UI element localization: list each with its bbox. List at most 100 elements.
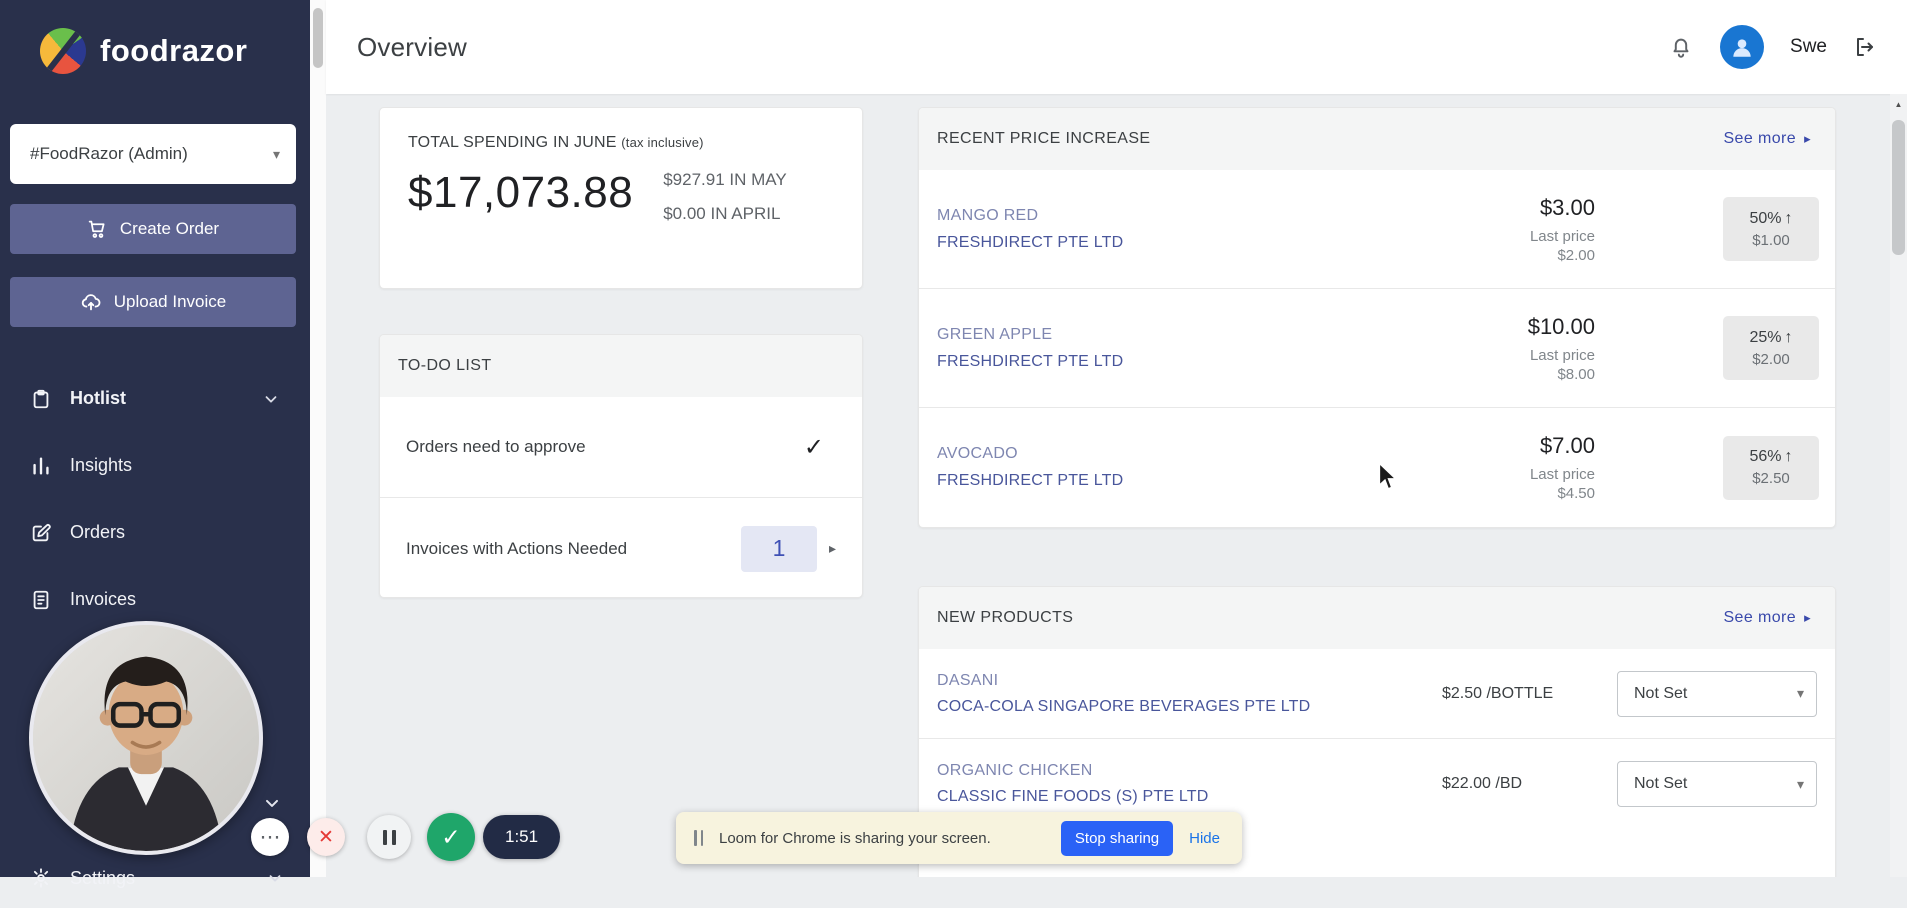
price-increase-row[interactable]: MANGO RED FRESHDIRECT PTE LTD $3.00 Last… (919, 170, 1835, 289)
spending-comparisons: $927.91 IN MAY $0.00 IN APRIL (663, 168, 786, 226)
increase-amount: $2.50 (1752, 470, 1790, 487)
price-increase-row[interactable]: GREEN APPLE FRESHDIRECT PTE LTD $10.00 L… (919, 289, 1835, 408)
see-more-label: See more (1723, 130, 1797, 147)
drag-handle-icon[interactable] (694, 830, 703, 846)
brand-name: foodrazor (100, 33, 248, 68)
workspace-selector[interactable]: #FoodRazor (Admin) ▾ (10, 124, 296, 184)
last-price-value: $8.00 (1557, 365, 1595, 383)
category-select[interactable]: Not Set ▾ (1617, 761, 1817, 807)
product-name[interactable]: AVOCADO (937, 445, 1530, 463)
webcam-bubble[interactable] (29, 621, 263, 855)
todo-row-orders-approve[interactable]: Orders need to approve ✓ (380, 397, 862, 498)
sidebar-scroll-down-chevron-icon[interactable] (262, 793, 282, 813)
recorder-more-button[interactable]: ⋯ (251, 818, 289, 856)
supplier-name[interactable]: FRESHDIRECT PTE LTD (937, 234, 1530, 252)
presenter-illustration (33, 625, 259, 851)
stop-sharing-button[interactable]: Stop sharing (1060, 820, 1174, 856)
sidebar-scrollbar[interactable] (310, 0, 326, 877)
create-order-button[interactable]: Create Order (10, 204, 296, 254)
share-message: Loom for Chrome is sharing your screen. (719, 829, 991, 847)
chevron-down-icon: ▾ (1796, 685, 1804, 701)
brand: foodrazor (0, 0, 310, 74)
supplier-name[interactable]: FRESHDIRECT PTE LTD (937, 353, 1528, 371)
current-price: $10.00 (1527, 313, 1595, 339)
last-price-label: Last price (1529, 227, 1595, 245)
supplier-name[interactable]: COCA-COLA SINGAPORE BEVERAGES PTE LTD (937, 698, 1442, 716)
supplier-name[interactable]: FRESHDIRECT PTE LTD (937, 472, 1530, 490)
top-bar-actions: Swe (1668, 25, 1877, 69)
chevron-down-icon: ▾ (1796, 775, 1804, 792)
edit-icon (30, 522, 52, 544)
sidebar-item-label: Settings (70, 867, 136, 888)
page-scrollbar-thumb[interactable] (1892, 120, 1905, 255)
screen-share-bar: Loom for Chrome is sharing your screen. … (676, 812, 1242, 864)
recorder-finish-button[interactable]: ✓ (427, 813, 475, 861)
price-see-more-link[interactable]: See more ▸ (1723, 130, 1811, 148)
product-price: $2.50 /BOTTLE (1442, 684, 1554, 702)
bar-chart-icon (30, 455, 52, 477)
todo-card-header: TO-DO LIST (380, 335, 862, 397)
user-avatar[interactable] (1720, 25, 1765, 69)
products-card-title: NEW PRODUCTS (937, 609, 1074, 626)
price-card-header: RECENT PRICE INCREASE See more ▸ (919, 108, 1835, 170)
products-see-more-link[interactable]: See more ▸ (1723, 609, 1811, 627)
spending-title-suffix: (tax inclusive) (621, 135, 704, 150)
sidebar-item-hotlist[interactable]: Hotlist (0, 365, 310, 432)
upload-invoice-button[interactable]: Upload Invoice (10, 277, 296, 327)
see-more-label: See more (1723, 609, 1797, 626)
main-content: TOTAL SPENDING IN JUNE (tax inclusive) $… (326, 94, 1890, 877)
spending-values: $17,073.88 $927.91 IN MAY $0.00 IN APRIL (408, 168, 834, 226)
increase-percent: 50% (1749, 209, 1782, 227)
sidebar-item-orders[interactable]: Orders (0, 499, 310, 566)
new-product-row[interactable]: DASANI COCA-COLA SINGAPORE BEVERAGES PTE… (919, 649, 1835, 739)
see-more-arrow-icon: ▸ (1804, 610, 1811, 625)
recorder-cancel-button[interactable]: ✕ (307, 818, 345, 856)
page-scrollbar[interactable]: ▲ (1890, 94, 1907, 877)
products-card-header: NEW PRODUCTS See more ▸ (919, 587, 1835, 649)
spending-title-text: TOTAL SPENDING IN JUNE (408, 134, 617, 151)
create-order-label: Create Order (119, 219, 220, 238)
price-card-title: RECENT PRICE INCREASE (937, 130, 1151, 147)
spending-april: $0.00 IN APRIL (663, 203, 781, 223)
invoices-actions-count-badge[interactable]: 1 (740, 525, 817, 572)
category-select-value: Not Set (1634, 775, 1688, 792)
chevron-down-icon[interactable] (266, 869, 284, 887)
last-price-label: Last price (1529, 346, 1595, 364)
price-increase-badge: 25% ↑ $2.00 (1723, 316, 1819, 380)
notifications-bell-icon[interactable] (1668, 34, 1694, 60)
gear-icon (30, 867, 52, 889)
todo-card-title: TO-DO LIST (398, 357, 492, 374)
cart-icon (87, 219, 108, 240)
check-icon: ✓ (803, 433, 824, 461)
last-price-label: Last price (1529, 466, 1595, 483)
see-more-arrow-icon: ▸ (1804, 131, 1811, 146)
recorder-timer: 1:51 (483, 815, 561, 859)
price-increase-row[interactable]: AVOCADO FRESHDIRECT PTE LTD $7.00 Last p… (919, 408, 1835, 527)
product-name[interactable]: MANGO RED (937, 207, 1530, 225)
todo-row-invoices-actions[interactable]: Invoices with Actions Needed 1 ▸ (380, 498, 862, 597)
product-price: $22.00 /BD (1442, 775, 1523, 792)
chevron-down-icon: ▾ (272, 145, 280, 162)
sidebar-item-settings[interactable]: Settings (0, 848, 310, 908)
todo-row-label: Invoices with Actions Needed (406, 538, 628, 558)
increase-amount: $1.00 (1752, 231, 1790, 249)
spending-amount: $17,073.88 (408, 168, 634, 217)
chevron-down-icon[interactable] (262, 390, 280, 408)
product-name[interactable]: ORGANIC CHICKEN (937, 762, 1442, 780)
product-name[interactable]: DASANI (937, 672, 1442, 690)
price-increase-badge: 50% ↑ $1.00 (1723, 197, 1819, 261)
arrow-up-icon: ↑ (1784, 209, 1793, 227)
sidebar-item-insights[interactable]: Insights (0, 432, 310, 499)
last-price-value: $2.00 (1557, 246, 1595, 264)
logout-icon[interactable] (1853, 35, 1877, 59)
supplier-name[interactable]: CLASSIC FINE FOODS (S) PTE LTD (937, 788, 1442, 806)
recorder-pause-button[interactable] (367, 815, 411, 859)
workspace-selector-value: #FoodRazor (Admin) (30, 144, 188, 163)
sidebar-scrollbar-thumb[interactable] (313, 8, 323, 68)
hide-share-bar-link[interactable]: Hide (1189, 830, 1220, 847)
scrollbar-up-arrow[interactable]: ▲ (1890, 94, 1907, 114)
product-name[interactable]: GREEN APPLE (937, 326, 1528, 344)
chevron-right-icon[interactable]: ▸ (829, 540, 836, 557)
category-select[interactable]: Not Set ▾ (1617, 670, 1817, 717)
increase-amount: $2.00 (1752, 350, 1790, 368)
